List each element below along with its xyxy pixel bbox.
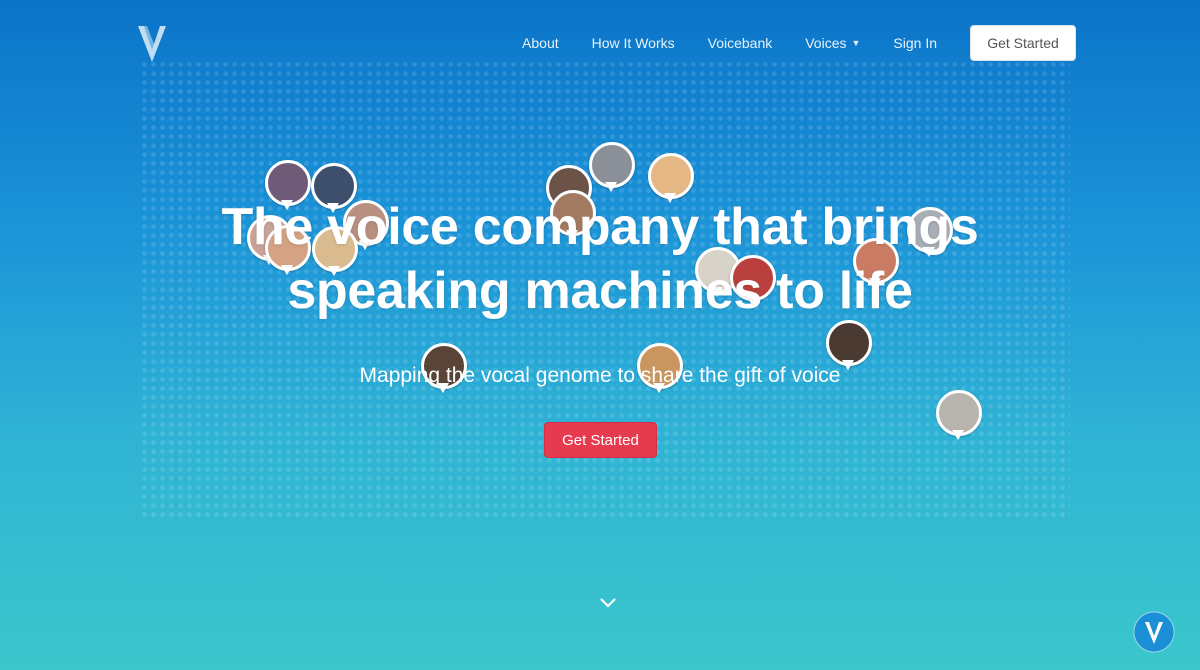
logo[interactable] <box>135 22 169 64</box>
chat-bubble-icon[interactable] <box>1133 611 1175 653</box>
nav-voicebank[interactable]: Voicebank <box>708 35 773 51</box>
avatar-pin <box>936 390 982 444</box>
nav-voices-dropdown[interactable]: Voices ▼ <box>805 35 860 51</box>
hero-title: The voice company that brings speaking m… <box>150 195 1050 323</box>
v-logo-icon <box>138 26 166 62</box>
hero-title-line-1: The voice company that brings <box>221 198 979 256</box>
nav-sign-in[interactable]: Sign In <box>893 35 937 51</box>
nav-about[interactable]: About <box>522 35 559 51</box>
chevron-down-icon[interactable] <box>598 595 618 611</box>
hero-get-started-button[interactable]: Get Started <box>544 422 657 458</box>
nav-how-it-works[interactable]: How It Works <box>592 35 675 51</box>
avatar-pin <box>589 142 635 196</box>
nav-voices-label: Voices <box>805 35 847 51</box>
nav-get-started-button[interactable]: Get Started <box>970 25 1076 61</box>
main-nav: About How It Works Voicebank Voices ▼ Si… <box>489 25 1076 61</box>
caret-down-icon: ▼ <box>851 38 861 48</box>
hero-subtitle: Mapping the vocal genome to share the gi… <box>359 364 841 387</box>
hero-title-line-2: speaking machines to life <box>287 262 913 320</box>
